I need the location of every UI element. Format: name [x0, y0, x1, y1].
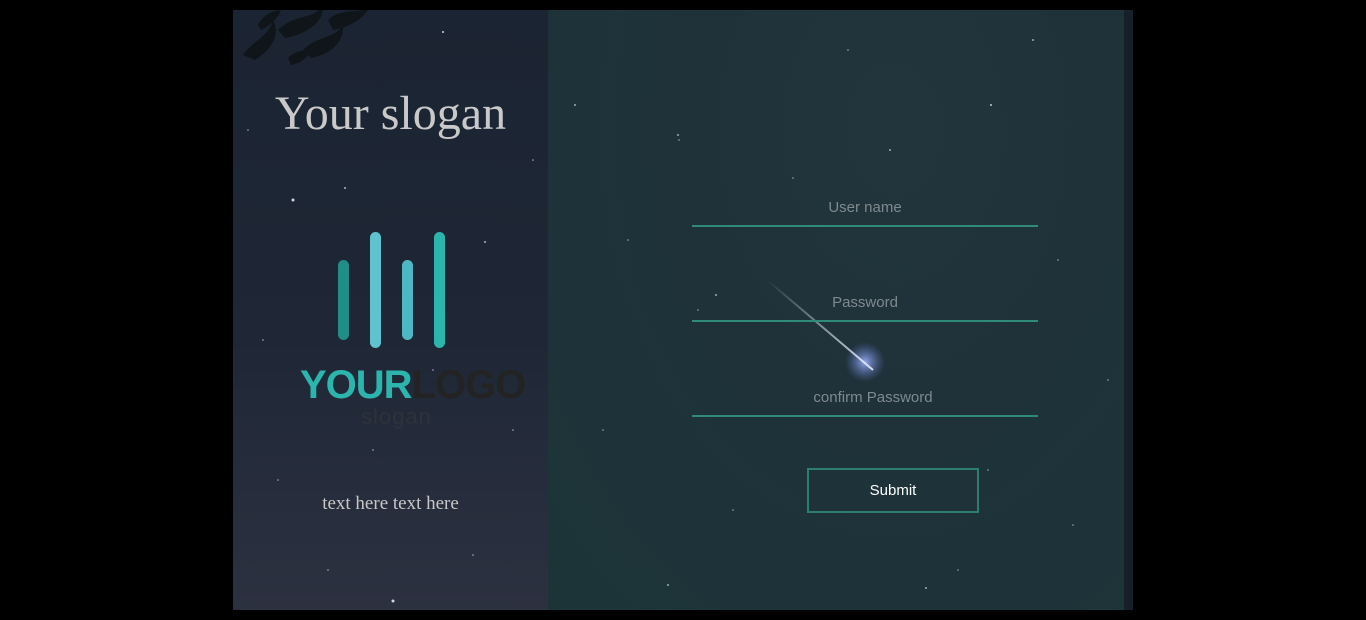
- logo-wordmark: YOURLOGO: [300, 363, 526, 407]
- foliage-decoration: [243, 10, 368, 65]
- brand-panel: Your slogan YOURLOGO slogan text here te…: [233, 10, 548, 610]
- slogan-title: Your slogan: [274, 87, 507, 140]
- username-input[interactable]: [692, 191, 1038, 223]
- logo-word-your: YOUR: [300, 363, 413, 407]
- logo-slogan: slogan: [361, 404, 432, 429]
- submit-button[interactable]: Submit: [807, 468, 979, 513]
- form-panel: Submit: [548, 10, 1124, 610]
- password-input[interactable]: [692, 286, 1038, 318]
- logo-bars-icon: [338, 232, 445, 348]
- card-edge: [1124, 10, 1133, 610]
- password-field[interactable]: [692, 286, 1038, 322]
- confirm-password-field[interactable]: [692, 381, 1038, 417]
- brand-logo: YOURLOGO slogan: [300, 228, 526, 438]
- logo-word-logo: LOGO: [411, 363, 527, 407]
- confirm-password-input[interactable]: [692, 381, 1038, 413]
- username-field[interactable]: [692, 191, 1038, 227]
- signup-card: Your slogan YOURLOGO slogan text here te…: [233, 10, 1133, 610]
- brand-tagline: text here text here: [322, 493, 459, 514]
